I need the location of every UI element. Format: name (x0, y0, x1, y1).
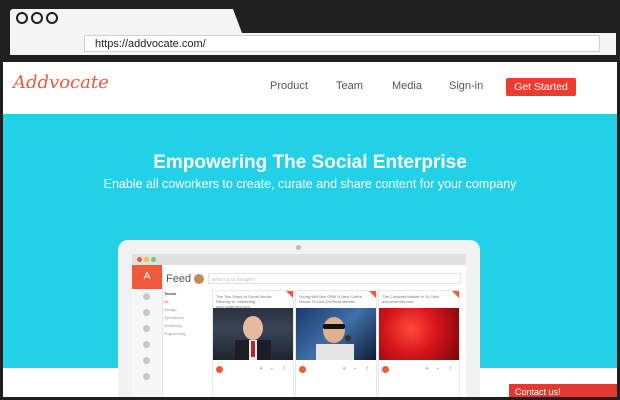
card-image (213, 308, 293, 360)
profile-icon (143, 357, 150, 364)
card-image (296, 308, 376, 360)
laptop-mockup: A Feed What's your thought? Teams All De… (118, 240, 480, 400)
app-logo: A (132, 265, 162, 289)
linkedin-icon: ▪ (354, 366, 356, 372)
minimize-dot-icon (144, 257, 149, 262)
author-avatar (299, 366, 306, 373)
app-sidebar: A (132, 265, 163, 400)
content-card: The Constant Market In To Critic adv.a/s… (378, 290, 460, 400)
card-corner-icon (286, 291, 293, 298)
card-corner-icon (452, 291, 459, 298)
hero-title: Empowering The Social Enterprise (153, 152, 467, 173)
camera-icon (296, 245, 301, 250)
hero-subtitle: Enable all coworkers to create, curate a… (103, 177, 517, 191)
card-footer: ✦ ▪ ƒ (296, 365, 376, 375)
category-list: Teams All Design Operations Marketing En… (164, 291, 206, 339)
avatar (194, 274, 204, 284)
linkedin-icon: ▪ (271, 366, 273, 372)
author-avatar (382, 366, 389, 373)
feed-icon (143, 293, 150, 300)
facebook-icon: ƒ (283, 366, 286, 372)
close-dot-icon (137, 257, 142, 262)
settings-icon (143, 341, 150, 348)
site-header: Addvocate Product Team Media Sign-in Get… (3, 62, 617, 114)
get-started-button[interactable]: Get Started (506, 78, 576, 96)
card-image (379, 308, 459, 360)
category-item: Design (164, 307, 177, 312)
window-minimize-button[interactable] (31, 12, 43, 24)
twitter-icon: ✦ (259, 366, 264, 372)
content-card: Young Will See OBM & New Coffee House To… (295, 290, 377, 400)
app-window-bar (132, 254, 466, 265)
maximize-dot-icon (151, 257, 156, 262)
address-bar[interactable]: https://addvocate.com/ (84, 35, 600, 52)
category-item: Marketing (164, 323, 182, 328)
nav-sign-in[interactable]: Sign-in (449, 80, 483, 92)
post-input: What's your thought? (208, 273, 461, 284)
speaker-photo-icon (235, 316, 271, 360)
feed-title: Feed (166, 273, 192, 285)
category-item: All (164, 299, 169, 304)
linkedin-icon: ▪ (437, 366, 439, 372)
category-heading: Teams (164, 291, 177, 296)
nav-product[interactable]: Product (270, 80, 308, 92)
category-item: Operations (164, 315, 184, 320)
twitter-icon: ✦ (342, 366, 347, 372)
analytics-icon (143, 325, 150, 332)
author-avatar (216, 366, 223, 373)
browser-chrome: https://addvocate.com/ (0, 0, 620, 62)
window-maximize-button[interactable] (46, 12, 58, 24)
twitter-icon: ✦ (425, 366, 430, 372)
card-footer: ✦ ▪ ƒ (213, 365, 293, 375)
share-icon (143, 373, 150, 380)
app-screenshot: A Feed What's your thought? Teams All De… (132, 254, 466, 400)
content-card: The Two Sides of Social Media: Filtering… (212, 290, 294, 400)
card-title: The Constant Market In To Critic adv.a/s… (382, 294, 440, 304)
browser-tab[interactable] (10, 9, 242, 33)
nav-team[interactable]: Team (336, 80, 363, 92)
singer-photo-icon (316, 317, 354, 360)
window-close-button[interactable] (16, 12, 28, 24)
category-item: Engineering (164, 331, 186, 336)
card-footer: ✦ ▪ ƒ (379, 365, 459, 375)
card-title: Young Will See OBM & New Coffee House To… (299, 294, 362, 304)
people-icon (143, 309, 150, 316)
site-logo[interactable]: Addvocate (13, 72, 109, 93)
card-corner-icon (369, 291, 376, 298)
facebook-icon: ƒ (366, 366, 369, 372)
facebook-icon: ƒ (449, 366, 452, 372)
card-title: The Two Sides of Social Media: Filtering… (216, 294, 272, 309)
nav-media[interactable]: Media (392, 80, 422, 92)
